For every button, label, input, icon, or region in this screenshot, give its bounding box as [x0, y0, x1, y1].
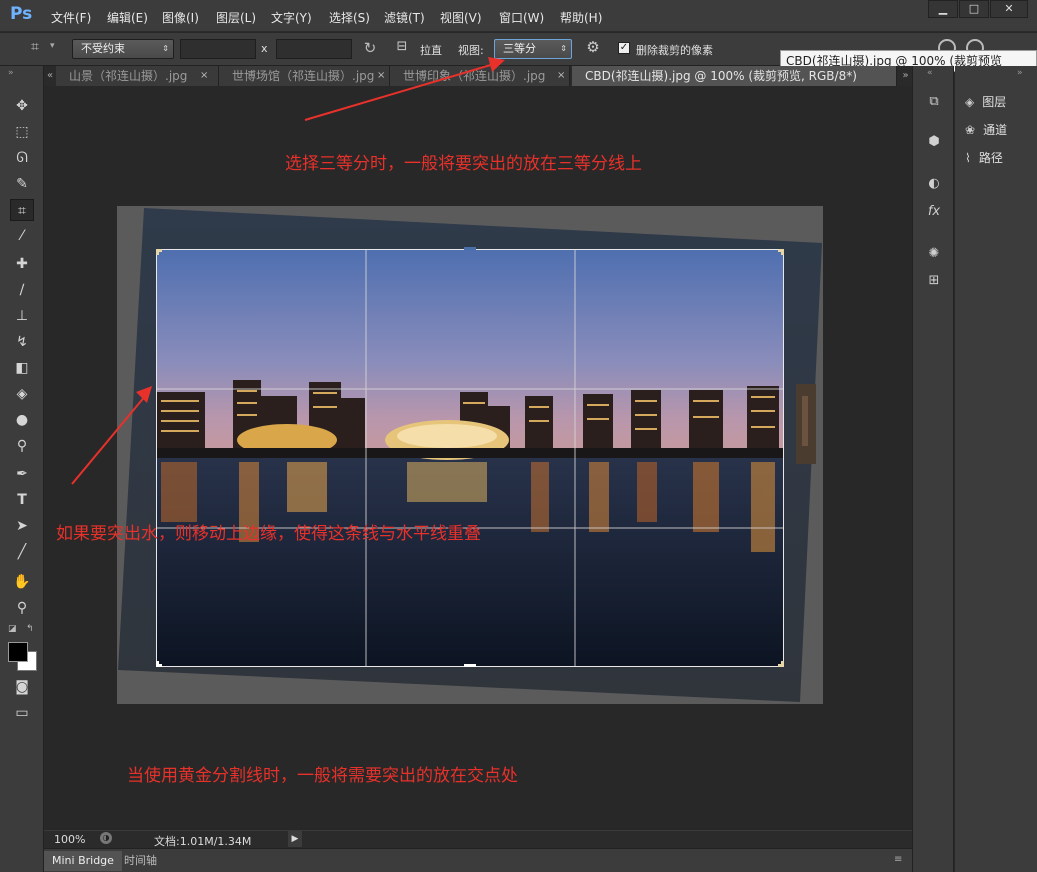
layers-icon: ◈: [965, 95, 975, 109]
arrow-head: [136, 386, 152, 403]
panel-label: 路径: [978, 151, 1003, 165]
annotation-thirds: 选择三等分时，一般将要突出的放在三等分线上: [285, 154, 642, 174]
status-bar: 100% ◑ 文档:1.01M/1.34M ▶: [44, 830, 912, 848]
panel-paths[interactable]: ⌇ 路径: [965, 147, 1003, 169]
adjustments-panel-icon[interactable]: ◐: [923, 174, 945, 194]
status-menu-arrow-icon[interactable]: ▶: [288, 831, 302, 847]
arrow-head: [488, 57, 505, 72]
3d-panel-icon[interactable]: ⬢: [923, 132, 945, 152]
styles-panel-icon[interactable]: fx: [923, 202, 945, 222]
tab-timeline[interactable]: 时间轴: [116, 851, 165, 871]
document-size: 文档:1.01M/1.34M: [154, 835, 252, 848]
history-panel-icon[interactable]: ⧉: [923, 92, 945, 112]
panel-icon-strip: « ⧉ ⬢ ◐ fx ✺ ⊞: [912, 66, 954, 872]
collapse-icon[interactable]: »: [1017, 68, 1023, 78]
zoom-level[interactable]: 100%: [54, 833, 85, 846]
annotation-water: 如果要突出水，则移动上边缘，使得这条线与水平线重叠: [56, 524, 481, 544]
panel-label: 通道: [983, 123, 1008, 137]
panel-dock: » ◈ 图层 ❀ 通道 ⌇ 路径: [955, 66, 1037, 872]
arrow-to-crop-edge: [71, 394, 147, 485]
panel-channels[interactable]: ❀ 通道: [965, 119, 1007, 141]
panel-menu-icon[interactable]: ≡: [894, 854, 902, 865]
panel-layers[interactable]: ◈ 图层: [965, 91, 1006, 113]
arrow-to-view-select: [304, 63, 495, 121]
bottom-panel-tabs: Mini Bridge 时间轴 ≡: [44, 848, 912, 872]
channels-icon: ❀: [965, 123, 976, 137]
panel-label: 图层: [982, 95, 1007, 109]
swatches-panel-icon[interactable]: ✺: [923, 244, 945, 264]
status-info-icon[interactable]: ◑: [100, 832, 112, 844]
collapse-icon[interactable]: «: [927, 68, 933, 78]
tab-mini-bridge[interactable]: Mini Bridge: [44, 851, 122, 871]
annotation-arrows: [71, 57, 505, 485]
annotation-golden-ratio: 当使用黄金分割线时，一般将需要突出的放在交点处: [127, 766, 518, 786]
paths-icon: ⌇: [965, 151, 971, 165]
grid-panel-icon[interactable]: ⊞: [923, 271, 945, 291]
